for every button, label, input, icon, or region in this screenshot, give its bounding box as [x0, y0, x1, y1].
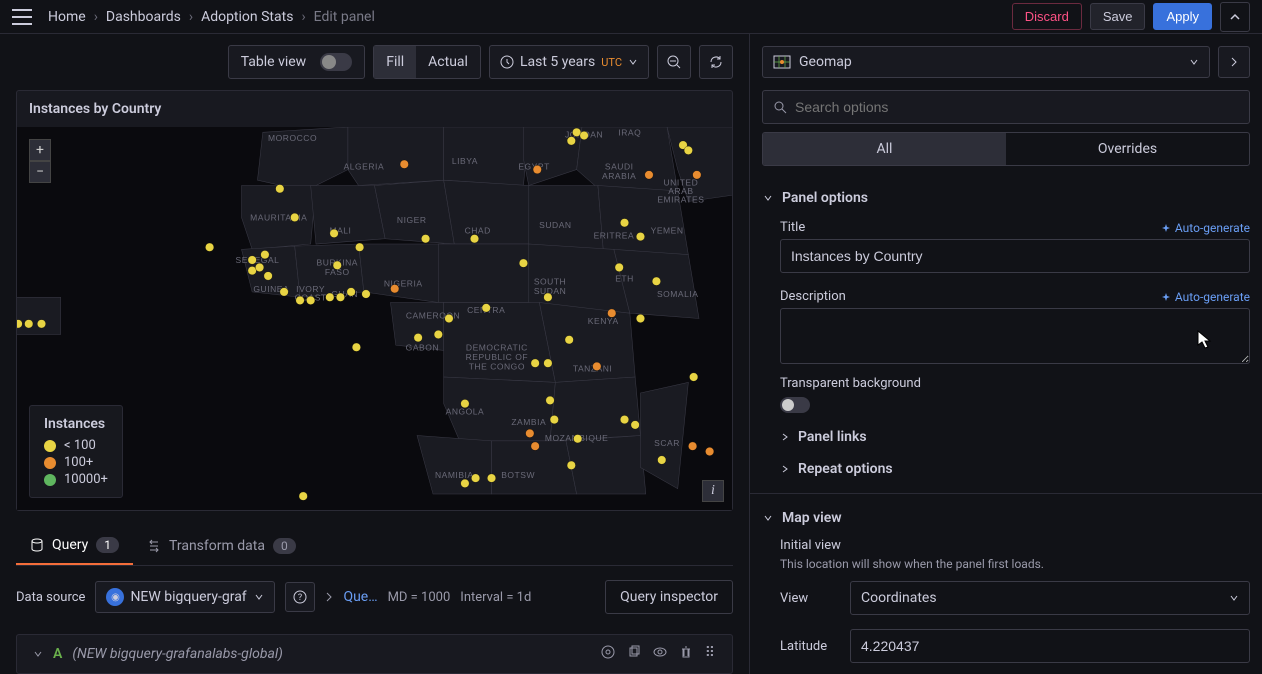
datasource-help-icon[interactable]: ?	[285, 582, 315, 612]
section-repeat-options[interactable]: Repeat options	[762, 453, 1250, 485]
title-input[interactable]	[780, 239, 1250, 273]
database-icon	[30, 538, 44, 552]
breadcrumb: Home › Dashboards › Adoption Stats › Edi…	[48, 9, 1012, 25]
svg-text:SCAR: SCAR	[654, 438, 680, 448]
map-info-icon[interactable]: i	[702, 480, 724, 502]
svg-text:NAMIBIA: NAMIBIA	[435, 470, 474, 480]
chevron-down-icon	[1229, 593, 1239, 603]
datasource-select[interactable]: ◉ NEW bigquery-graf	[95, 581, 275, 613]
crumb-adoption[interactable]: Adoption Stats	[201, 9, 293, 25]
clock-icon	[500, 55, 514, 69]
map-zoom-in[interactable]: +	[29, 139, 51, 161]
initial-view-help: This location will show when the panel f…	[762, 557, 1250, 571]
transparent-label: Transparent background	[780, 376, 1250, 391]
description-input[interactable]	[780, 308, 1250, 364]
trash-icon[interactable]	[679, 645, 693, 663]
transparent-toggle[interactable]	[780, 397, 810, 413]
menu-icon[interactable]	[12, 9, 32, 25]
svg-text:TANZANI: TANZANI	[573, 364, 612, 374]
svg-text:IRAQ: IRAQ	[618, 128, 641, 138]
query-help-icon[interactable]	[601, 645, 615, 663]
tab-all[interactable]: All	[763, 133, 1006, 165]
save-button[interactable]: Save	[1090, 3, 1146, 30]
latitude-input[interactable]	[850, 629, 1250, 663]
svg-text:GABON: GABON	[406, 342, 439, 352]
tab-query[interactable]: Query 1	[16, 527, 133, 565]
search-input[interactable]	[795, 99, 1239, 115]
query-title: (NEW bigquery-grafanalabs-global)	[72, 646, 590, 662]
time-range-picker[interactable]: Last 5 years UTC	[489, 45, 649, 79]
crumb-home[interactable]: Home	[48, 9, 86, 25]
svg-text:YEMEN: YEMEN	[651, 225, 684, 235]
tab-overrides[interactable]: Overrides	[1006, 133, 1249, 165]
svg-text:ZAMBIA: ZAMBIA	[511, 417, 546, 427]
geomap[interactable]: MOROCCO ALGERIA LIBYA EGYPT SAUDIARABIA …	[17, 127, 732, 510]
svg-text:NIGERIA: NIGERIA	[384, 279, 423, 289]
eye-icon[interactable]	[653, 645, 667, 663]
collapse-icon[interactable]	[1220, 2, 1250, 32]
svg-text:KENYA: KENYA	[588, 316, 619, 326]
copy-icon[interactable]	[627, 645, 641, 663]
svg-text:SOMALIA: SOMALIA	[657, 289, 699, 299]
svg-text:SAUDIARABIA: SAUDIARABIA	[602, 162, 636, 182]
discard-button[interactable]: Discard	[1012, 3, 1082, 30]
svg-text:CHAD: CHAD	[465, 225, 491, 235]
auto-generate-description[interactable]: Auto-generate	[1161, 290, 1250, 304]
bigquery-icon: ◉	[106, 588, 124, 606]
table-view-toggle[interactable]: Table view	[228, 45, 366, 79]
interval: Interval = 1d	[460, 590, 531, 605]
svg-text:ETH: ETH	[615, 273, 634, 283]
search-icon	[773, 100, 787, 114]
svg-text:SUDAN: SUDAN	[539, 220, 571, 230]
svg-text:MOROCCO: MOROCCO	[268, 133, 317, 143]
svg-text:BOTSW: BOTSW	[501, 470, 535, 480]
transform-icon	[147, 539, 161, 553]
svg-text:ERITREA: ERITREA	[594, 231, 635, 241]
visualization-picker[interactable]: Geomap	[762, 46, 1210, 78]
panel-title: Instances by Country	[17, 91, 732, 127]
chevron-down-icon[interactable]	[33, 649, 43, 659]
svg-text:?: ?	[298, 593, 302, 603]
tab-transform[interactable]: Transform data 0	[133, 527, 310, 565]
chevron-down-icon	[628, 57, 638, 67]
apply-button[interactable]: Apply	[1153, 3, 1212, 30]
map-zoom-out[interactable]: −	[29, 161, 51, 183]
map-legend: Instances < 100 100+ 10000+	[29, 405, 123, 498]
datasource-label: Data source	[16, 590, 85, 605]
query-row[interactable]: A (NEW bigquery-grafanalabs-global) ⠿	[16, 634, 733, 674]
max-datapoints: MD = 1000	[388, 590, 451, 605]
description-label: Description	[780, 289, 846, 304]
query-options-link[interactable]: Que…	[343, 589, 377, 605]
title-label: Title	[780, 220, 805, 235]
chevron-right-icon	[325, 591, 333, 603]
svg-text:NIGER: NIGER	[397, 215, 427, 225]
drag-icon[interactable]: ⠿	[705, 645, 716, 663]
svg-text:LIBYA: LIBYA	[452, 156, 478, 166]
svg-text:ALGERIA: ALGERIA	[344, 162, 385, 172]
chevron-down-icon	[254, 592, 264, 602]
search-options[interactable]	[762, 90, 1250, 124]
crumb-edit: Edit panel	[314, 9, 375, 25]
svg-text:DEMOCRATICREPUBLIC OFTHE CONGO: DEMOCRATICREPUBLIC OFTHE CONGO	[466, 342, 529, 371]
section-panel-options[interactable]: Panel options	[762, 182, 1250, 214]
crumb-dashboards[interactable]: Dashboards	[106, 9, 181, 25]
section-panel-links[interactable]: Panel links	[762, 421, 1250, 453]
view-label: View	[780, 591, 840, 606]
svg-text:SOUTHSUDAN: SOUTHSUDAN	[534, 276, 566, 296]
query-letter: A	[53, 646, 62, 662]
zoom-out-icon[interactable]	[657, 45, 691, 79]
refresh-icon[interactable]	[699, 45, 733, 79]
auto-generate-title[interactable]: Auto-generate	[1161, 221, 1250, 235]
latitude-label: Latitude	[780, 639, 840, 654]
chevron-down-icon	[1189, 57, 1199, 67]
expand-icon[interactable]	[1218, 46, 1250, 78]
view-select[interactable]: Coordinates	[850, 581, 1250, 615]
fill-actual-toggle[interactable]: Fill Actual	[373, 45, 481, 79]
section-map-view[interactable]: Map view	[762, 502, 1250, 534]
geomap-icon	[773, 53, 791, 71]
initial-view-label: Initial view	[780, 534, 1250, 557]
query-inspector-button[interactable]: Query inspector	[605, 580, 733, 614]
